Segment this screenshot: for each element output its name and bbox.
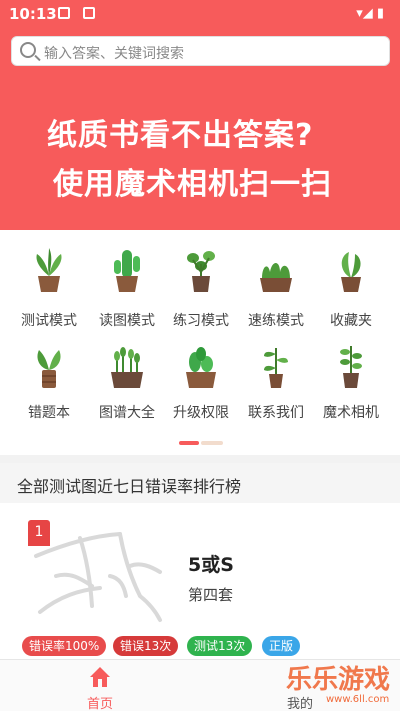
ranking-title: 全部测试图近七日错误率排行榜: [17, 477, 242, 496]
menu-item-read-mode[interactable]: 读图模式: [87, 240, 167, 330]
menu-item-speed-mode[interactable]: 速练模式: [236, 240, 316, 330]
menu-item-label: 魔术相机: [323, 405, 379, 421]
plant-icon: [111, 347, 143, 388]
test-count-tag: 测试13次: [187, 636, 253, 656]
cactus-icon: [114, 250, 140, 292]
watermark-logo: 乐乐游戏: [286, 665, 391, 695]
plant-icon: [36, 248, 62, 292]
menu-item-label: 升级权限: [173, 405, 229, 421]
page-indicator-active: [179, 441, 199, 445]
menu-item-label: 测试模式: [21, 313, 77, 329]
ranking-header: 全部测试图近七日错误率排行榜: [0, 463, 400, 503]
banner-line-1: 纸质书看不出答案?: [47, 118, 314, 153]
menu-item-contact[interactable]: 联系我们: [236, 336, 316, 426]
tab-home[interactable]: 首页: [70, 662, 130, 711]
app-notification-icon: [83, 7, 95, 19]
page-indicator: [179, 441, 223, 445]
menu-item-favorites[interactable]: 收藏夹: [311, 240, 391, 330]
signal-battery-icon: ▾◢ ▮: [356, 6, 384, 21]
hero-banner: 输入答案、关键词搜索 纸质书看不出答案? 使用魔术相机扫一扫: [0, 28, 400, 230]
menu-item-test-mode[interactable]: 测试模式: [9, 240, 89, 330]
plant-icon: [341, 252, 361, 292]
menu-item-label: 错题本: [28, 405, 70, 421]
tab-home-label: 首页: [86, 697, 113, 711]
genuine-tag: 正版: [262, 636, 301, 656]
watermark-url: www.6ll.com: [326, 694, 390, 705]
plant-icon: [260, 263, 292, 292]
error-rate-tag: 错误率100%: [22, 636, 107, 656]
plant-icon: [340, 346, 362, 388]
menu-item-label: 收藏夹: [330, 313, 372, 329]
menu-item-label: 速练模式: [248, 313, 304, 329]
home-icon: [90, 667, 110, 687]
plant-icon: [37, 350, 61, 388]
menu-item-label: 图谱大全: [99, 405, 155, 421]
divider: [0, 455, 400, 463]
menu-item-label: 练习模式: [173, 313, 229, 329]
page-indicator-inactive: [201, 441, 223, 445]
ranking-card[interactable]: 1 5或S 第四套 错误率100% 错误13次 测试13次 正版: [0, 506, 400, 656]
menu-item-upgrade[interactable]: 升级权限: [161, 336, 241, 426]
plant-icon: [264, 348, 288, 388]
answer-text: 5或S: [188, 554, 234, 576]
image-notification-icon: [58, 7, 70, 19]
rank-badge: 1: [28, 520, 50, 546]
status-time: 10:13: [9, 5, 57, 23]
plant-icon: [187, 251, 215, 292]
status-bar: 10:13 ▾◢ ▮: [0, 0, 400, 28]
menu-item-label: 联系我们: [248, 405, 304, 421]
menu-item-magic-camera[interactable]: 魔术相机: [311, 336, 391, 426]
search-bar[interactable]: 输入答案、关键词搜索: [11, 36, 390, 66]
search-icon: [20, 42, 36, 58]
menu-item-wrong-book[interactable]: 错题本: [9, 336, 89, 426]
error-count-tag: 错误13次: [113, 636, 179, 656]
search-input[interactable]: 输入答案、关键词搜索: [44, 43, 184, 63]
menu-item-atlas[interactable]: 图谱大全: [87, 336, 167, 426]
set-text: 第四套: [188, 586, 234, 604]
menu-item-label: 读图模式: [99, 313, 155, 329]
banner-line-2: 使用魔术相机扫一扫: [53, 167, 332, 202]
cactus-icon: [186, 347, 216, 388]
menu-item-practice-mode[interactable]: 练习模式: [161, 240, 241, 330]
